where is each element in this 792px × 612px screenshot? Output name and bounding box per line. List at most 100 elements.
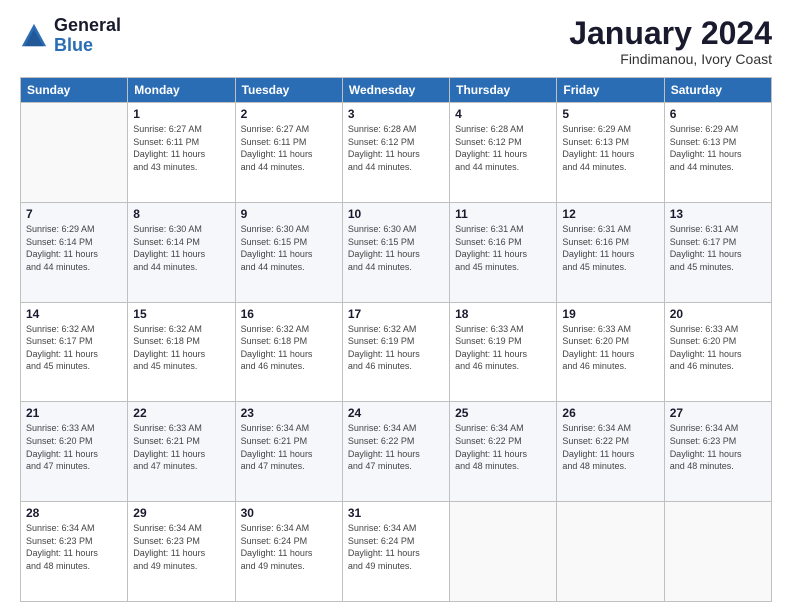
logo-general: General [54,16,121,36]
day-number: 10 [348,207,444,221]
calendar-week-5: 28Sunrise: 6:34 AM Sunset: 6:23 PM Dayli… [21,502,772,602]
day-info: Sunrise: 6:32 AM Sunset: 6:19 PM Dayligh… [348,323,444,373]
day-number: 11 [455,207,551,221]
title-block: January 2024 Findimanou, Ivory Coast [569,16,772,67]
day-number: 9 [241,207,337,221]
day-info: Sunrise: 6:33 AM Sunset: 6:19 PM Dayligh… [455,323,551,373]
calendar-cell: 30Sunrise: 6:34 AM Sunset: 6:24 PM Dayli… [235,502,342,602]
calendar-cell: 7Sunrise: 6:29 AM Sunset: 6:14 PM Daylig… [21,202,128,302]
day-number: 20 [670,307,766,321]
day-number: 23 [241,406,337,420]
col-monday: Monday [128,78,235,103]
day-info: Sunrise: 6:33 AM Sunset: 6:21 PM Dayligh… [133,422,229,472]
col-friday: Friday [557,78,664,103]
calendar-cell: 13Sunrise: 6:31 AM Sunset: 6:17 PM Dayli… [664,202,771,302]
day-number: 14 [26,307,122,321]
col-saturday: Saturday [664,78,771,103]
day-info: Sunrise: 6:30 AM Sunset: 6:14 PM Dayligh… [133,223,229,273]
logo-icon [20,22,48,50]
day-number: 4 [455,107,551,121]
day-info: Sunrise: 6:34 AM Sunset: 6:21 PM Dayligh… [241,422,337,472]
logo-blue: Blue [54,36,121,56]
day-number: 24 [348,406,444,420]
logo-text: General Blue [54,16,121,56]
day-info: Sunrise: 6:33 AM Sunset: 6:20 PM Dayligh… [26,422,122,472]
calendar-cell: 20 Sunrise: 6:33 AM Sunset: 6:20 PM Dayli… [664,302,771,402]
calendar-cell: 2 Sunrise: 6:27 AM Sunset: 6:11 PM Daylig… [235,103,342,203]
day-number: 21 [26,406,122,420]
calendar-cell: 16 Sunrise: 6:32 AM Sunset: 6:18 PM Dayli… [235,302,342,402]
calendar-cell: 28Sunrise: 6:34 AM Sunset: 6:23 PM Dayli… [21,502,128,602]
day-number: 1 [133,107,229,121]
day-info: Sunrise: 6:30 AM Sunset: 6:15 PM Dayligh… [241,223,337,273]
day-info: Sunrise: 6:32 AM Sunset: 6:18 PM Dayligh… [133,323,229,373]
day-number: 27 [670,406,766,420]
calendar-week-1: 1 Sunrise: 6:27 AM Sunset: 6:11 PM Daylig… [21,103,772,203]
calendar-week-4: 21 Sunrise: 6:33 AM Sunset: 6:20 PM Dayli… [21,402,772,502]
page: General Blue January 2024 Findimanou, Iv… [0,0,792,612]
day-number: 8 [133,207,229,221]
calendar-cell: 17 Sunrise: 6:32 AM Sunset: 6:19 PM Dayli… [342,302,449,402]
calendar-week-2: 7Sunrise: 6:29 AM Sunset: 6:14 PM Daylig… [21,202,772,302]
col-sunday: Sunday [21,78,128,103]
calendar-cell [21,103,128,203]
col-tuesday: Tuesday [235,78,342,103]
day-info: Sunrise: 6:34 AM Sunset: 6:23 PM Dayligh… [670,422,766,472]
day-number: 2 [241,107,337,121]
day-info: Sunrise: 6:27 AM Sunset: 6:11 PM Dayligh… [241,123,337,173]
day-info: Sunrise: 6:30 AM Sunset: 6:15 PM Dayligh… [348,223,444,273]
calendar-cell: 12 Sunrise: 6:31 AM Sunset: 6:16 PM Dayli… [557,202,664,302]
logo: General Blue [20,16,121,56]
calendar-cell [664,502,771,602]
calendar-cell: 3Sunrise: 6:28 AM Sunset: 6:12 PM Daylig… [342,103,449,203]
day-number: 26 [562,406,658,420]
calendar-cell: 11 Sunrise: 6:31 AM Sunset: 6:16 PM Dayli… [450,202,557,302]
calendar-cell: 9 Sunrise: 6:30 AM Sunset: 6:15 PM Daylig… [235,202,342,302]
day-info: Sunrise: 6:33 AM Sunset: 6:20 PM Dayligh… [670,323,766,373]
day-number: 16 [241,307,337,321]
day-number: 12 [562,207,658,221]
day-number: 13 [670,207,766,221]
day-number: 22 [133,406,229,420]
day-info: Sunrise: 6:28 AM Sunset: 6:12 PM Dayligh… [455,123,551,173]
day-info: Sunrise: 6:28 AM Sunset: 6:12 PM Dayligh… [348,123,444,173]
day-info: Sunrise: 6:32 AM Sunset: 6:18 PM Dayligh… [241,323,337,373]
calendar-cell: 14 Sunrise: 6:32 AM Sunset: 6:17 PM Dayli… [21,302,128,402]
day-info: Sunrise: 6:34 AM Sunset: 6:24 PM Dayligh… [241,522,337,572]
calendar-cell [450,502,557,602]
day-number: 28 [26,506,122,520]
col-wednesday: Wednesday [342,78,449,103]
day-number: 6 [670,107,766,121]
day-number: 15 [133,307,229,321]
calendar-cell: 31Sunrise: 6:34 AM Sunset: 6:24 PM Dayli… [342,502,449,602]
day-info: Sunrise: 6:34 AM Sunset: 6:22 PM Dayligh… [348,422,444,472]
location: Findimanou, Ivory Coast [569,51,772,67]
day-info: Sunrise: 6:34 AM Sunset: 6:22 PM Dayligh… [455,422,551,472]
calendar-table: Sunday Monday Tuesday Wednesday Thursday… [20,77,772,602]
calendar-cell: 26 Sunrise: 6:34 AM Sunset: 6:22 PM Dayli… [557,402,664,502]
calendar-cell: 22 Sunrise: 6:33 AM Sunset: 6:21 PM Dayli… [128,402,235,502]
day-info: Sunrise: 6:29 AM Sunset: 6:14 PM Dayligh… [26,223,122,273]
calendar-cell: 5Sunrise: 6:29 AM Sunset: 6:13 PM Daylig… [557,103,664,203]
calendar-cell: 24 Sunrise: 6:34 AM Sunset: 6:22 PM Dayli… [342,402,449,502]
day-info: Sunrise: 6:34 AM Sunset: 6:22 PM Dayligh… [562,422,658,472]
calendar-cell: 1Sunrise: 6:27 AM Sunset: 6:11 PM Daylig… [128,103,235,203]
day-number: 25 [455,406,551,420]
calendar-cell: 8 Sunrise: 6:30 AM Sunset: 6:14 PM Daylig… [128,202,235,302]
day-info: Sunrise: 6:32 AM Sunset: 6:17 PM Dayligh… [26,323,122,373]
calendar-cell: 15 Sunrise: 6:32 AM Sunset: 6:18 PM Dayli… [128,302,235,402]
calendar-cell: 23 Sunrise: 6:34 AM Sunset: 6:21 PM Dayli… [235,402,342,502]
day-number: 17 [348,307,444,321]
col-thursday: Thursday [450,78,557,103]
calendar-cell: 25 Sunrise: 6:34 AM Sunset: 6:22 PM Dayli… [450,402,557,502]
day-number: 29 [133,506,229,520]
day-info: Sunrise: 6:31 AM Sunset: 6:16 PM Dayligh… [562,223,658,273]
calendar-cell: 10 Sunrise: 6:30 AM Sunset: 6:15 PM Dayli… [342,202,449,302]
day-info: Sunrise: 6:29 AM Sunset: 6:13 PM Dayligh… [562,123,658,173]
header: General Blue January 2024 Findimanou, Iv… [20,16,772,67]
day-info: Sunrise: 6:33 AM Sunset: 6:20 PM Dayligh… [562,323,658,373]
calendar-week-3: 14 Sunrise: 6:32 AM Sunset: 6:17 PM Dayli… [21,302,772,402]
day-info: Sunrise: 6:31 AM Sunset: 6:16 PM Dayligh… [455,223,551,273]
calendar-cell [557,502,664,602]
day-info: Sunrise: 6:34 AM Sunset: 6:24 PM Dayligh… [348,522,444,572]
